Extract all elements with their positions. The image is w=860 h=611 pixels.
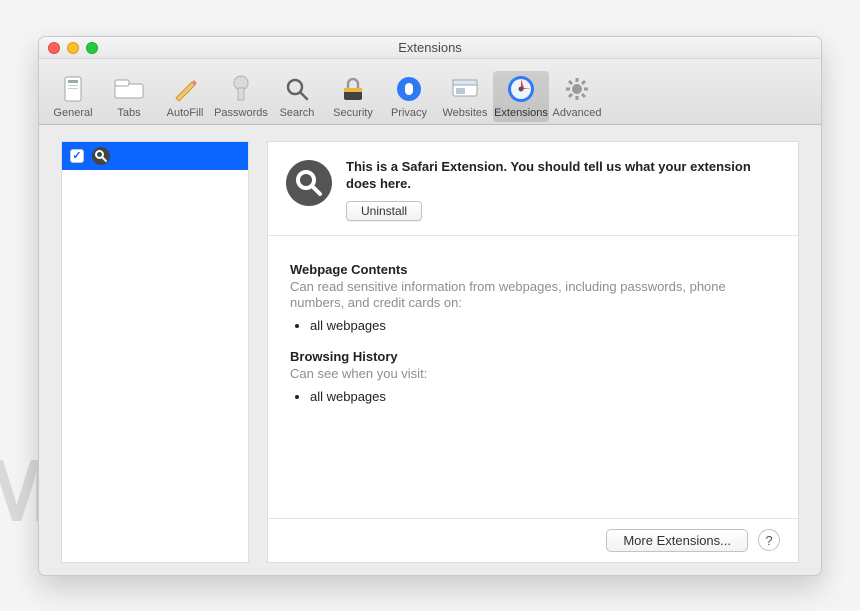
websites-icon	[437, 73, 493, 105]
tab-label: Extensions	[493, 107, 549, 119]
advanced-icon	[549, 73, 605, 105]
minimize-window-button[interactable]	[67, 42, 79, 54]
tab-label: Privacy	[381, 107, 437, 119]
tab-label: Search	[269, 107, 325, 119]
uninstall-button[interactable]: Uninstall	[346, 201, 422, 221]
passwords-icon	[213, 73, 269, 105]
extensions-sidebar: ✓	[61, 141, 249, 563]
tab-autofill[interactable]: AutoFill	[157, 71, 213, 122]
search-icon	[269, 73, 325, 105]
magnifier-icon	[286, 160, 332, 206]
tab-security[interactable]: Security	[325, 71, 381, 122]
extension-detail-panel: This is a Safari Extension. You should t…	[267, 141, 799, 563]
tab-general[interactable]: General	[45, 71, 101, 122]
extension-header: This is a Safari Extension. You should t…	[268, 142, 798, 236]
traffic-lights	[48, 42, 98, 54]
permissions-section: Webpage Contents Can read sensitive info…	[268, 236, 798, 447]
extension-list-item[interactable]: ✓	[62, 142, 248, 170]
permission-item: all webpages	[310, 389, 776, 404]
tab-advanced[interactable]: Advanced	[549, 71, 605, 122]
preferences-window: Extensions General Tabs AutoFill Passwor…	[38, 36, 822, 576]
tab-privacy[interactable]: Privacy	[381, 71, 437, 122]
tab-label: Websites	[437, 107, 493, 119]
autofill-icon	[157, 73, 213, 105]
permission-desc: Can read sensitive information from webp…	[290, 279, 776, 313]
window-title: Extensions	[398, 40, 462, 55]
content-area: ✓ This is a Safari Extension. You should…	[39, 125, 821, 575]
permission-item: all webpages	[310, 318, 776, 333]
tabs-icon	[101, 73, 157, 105]
titlebar: Extensions	[39, 37, 821, 59]
permission-title: Webpage Contents	[290, 262, 776, 277]
tab-label: AutoFill	[157, 107, 213, 119]
tab-label: Passwords	[213, 107, 269, 119]
tab-label: Tabs	[101, 107, 157, 119]
permission-desc: Can see when you visit:	[290, 366, 776, 383]
tab-label: Security	[325, 107, 381, 119]
tab-extensions[interactable]: Extensions	[493, 71, 549, 122]
close-window-button[interactable]	[48, 42, 60, 54]
tab-passwords[interactable]: Passwords	[213, 71, 269, 122]
extensions-icon	[493, 73, 549, 105]
general-icon	[45, 73, 101, 105]
more-extensions-button[interactable]: More Extensions...	[606, 529, 748, 552]
zoom-window-button[interactable]	[86, 42, 98, 54]
tab-label: Advanced	[549, 107, 605, 119]
magnifier-icon	[92, 147, 110, 165]
privacy-icon	[381, 73, 437, 105]
extension-description: This is a Safari Extension. You should t…	[346, 158, 780, 193]
help-button[interactable]: ?	[758, 529, 780, 551]
preferences-toolbar: General Tabs AutoFill Passwords Search	[39, 59, 821, 125]
bottom-bar: More Extensions... ?	[268, 518, 798, 562]
tab-label: General	[45, 107, 101, 119]
tab-tabs[interactable]: Tabs	[101, 71, 157, 122]
tab-search[interactable]: Search	[269, 71, 325, 122]
tab-websites[interactable]: Websites	[437, 71, 493, 122]
permission-title: Browsing History	[290, 349, 776, 364]
security-icon	[325, 73, 381, 105]
extension-enabled-checkbox[interactable]: ✓	[70, 149, 84, 163]
